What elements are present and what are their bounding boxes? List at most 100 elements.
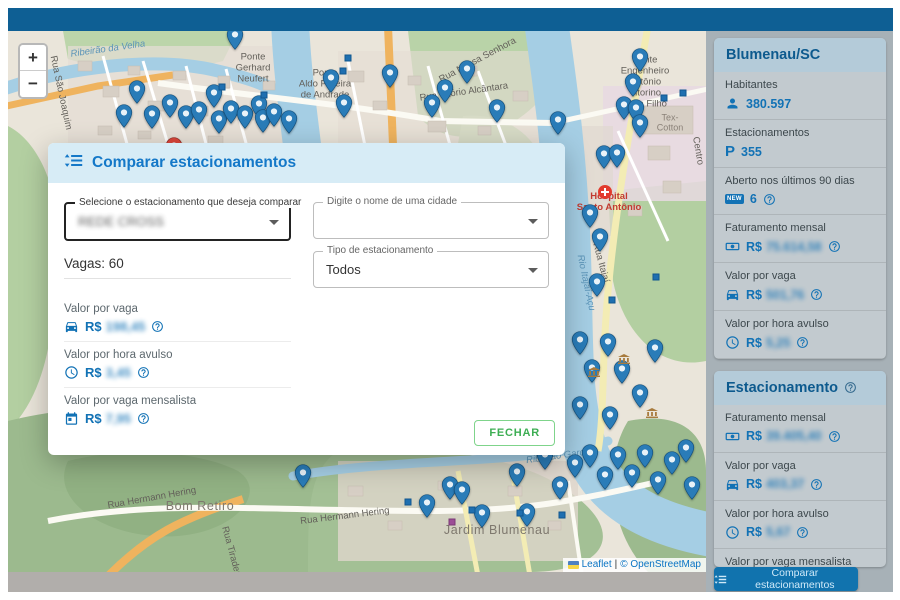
stat-value: R$39.405,40 — [725, 429, 875, 444]
map-pin-marker[interactable] — [116, 104, 133, 128]
stat-value: R$403,37 — [725, 477, 875, 492]
stat-value: P355 — [725, 144, 875, 159]
currency-label: R$ — [746, 477, 762, 491]
map-pin-marker[interactable] — [382, 64, 399, 88]
modal-title: Comparar estacionamentos — [92, 154, 296, 172]
map-pin-marker[interactable] — [419, 494, 436, 518]
help-icon[interactable] — [137, 366, 150, 379]
help-icon[interactable] — [828, 240, 841, 253]
zoom-in-button[interactable]: + — [20, 45, 46, 71]
stat-label: Valor por vaga mensalista — [725, 556, 875, 567]
openstreetmap-link[interactable]: © OpenStreetMap — [620, 559, 701, 570]
clock-icon — [64, 365, 79, 380]
fechar-button[interactable]: FECHAR — [474, 420, 555, 446]
map-square-marker[interactable] — [517, 510, 524, 517]
zoom-out-button[interactable]: − — [20, 71, 46, 97]
map-square-marker[interactable] — [405, 499, 412, 506]
map-pin-marker[interactable] — [632, 114, 649, 138]
leaflet-link[interactable]: Leaflet — [582, 559, 612, 570]
help-icon[interactable] — [810, 478, 823, 491]
hospital-icon — [598, 185, 612, 199]
map-pin-marker[interactable] — [602, 406, 619, 430]
map-pin-marker[interactable] — [437, 79, 454, 103]
compare-button-label: Comparar estacionamentos — [732, 567, 858, 591]
select-tipo-label: Tipo de estacionamento — [323, 245, 437, 256]
stat-value: R$5,67 — [725, 525, 875, 540]
help-icon[interactable] — [796, 526, 809, 539]
map-square-marker[interactable] — [661, 95, 668, 102]
map-pin-marker[interactable] — [678, 439, 695, 463]
map-square-marker[interactable] — [219, 84, 226, 91]
help-icon — [137, 366, 150, 379]
map-square-marker[interactable] — [345, 55, 352, 62]
map-pin-marker[interactable] — [582, 444, 599, 468]
map-pin-marker[interactable] — [625, 73, 642, 97]
map-pin-marker[interactable] — [600, 333, 617, 357]
help-icon[interactable] — [844, 381, 857, 394]
map-pin-marker[interactable] — [684, 476, 701, 500]
map-pin-marker[interactable] — [489, 99, 506, 123]
map-pin-marker[interactable] — [454, 481, 471, 505]
map-pin-marker[interactable] — [336, 94, 353, 118]
map-pin-marker[interactable] — [281, 110, 298, 134]
map-pin-marker[interactable] — [162, 94, 179, 118]
museum-icon — [646, 405, 658, 415]
map-pin-marker[interactable] — [589, 273, 606, 297]
stat-row: Valor por vaga mensalistaR$7,95 — [64, 395, 291, 433]
map-square-marker[interactable] — [261, 92, 268, 99]
map-pin-marker[interactable] — [572, 396, 589, 420]
stat-row: Valor por vagaR$403,37 — [714, 453, 886, 501]
map-pin-marker[interactable] — [227, 31, 244, 50]
map-square-marker[interactable] — [469, 507, 476, 514]
select-tipo[interactable]: Tipo de estacionamento Todos — [313, 251, 549, 288]
stat-row: Faturamento mensal R$39.405,40 — [714, 405, 886, 453]
map-square-marker[interactable] — [340, 68, 347, 75]
comparar-estacionamentos-button[interactable]: Comparar estacionamentos — [714, 567, 858, 591]
stat-row: Valor por hora avulsoR$5,25 — [714, 311, 886, 359]
stat-value: R$501,76 — [725, 287, 875, 302]
map-pin-marker[interactable] — [552, 476, 569, 500]
help-icon[interactable] — [796, 336, 809, 349]
help-icon[interactable] — [137, 412, 150, 425]
help-icon[interactable] — [151, 320, 164, 333]
map-pin-marker[interactable] — [632, 48, 649, 72]
map-pin-marker[interactable] — [474, 504, 491, 528]
map-pin-marker[interactable] — [129, 80, 146, 104]
map-pin-marker[interactable] — [582, 204, 599, 228]
calendar-icon — [64, 411, 79, 426]
stat-amount: 5,67 — [766, 525, 790, 539]
map-pin-marker[interactable] — [295, 464, 312, 488]
chevron-down-icon — [528, 219, 538, 224]
map-pin-marker[interactable] — [572, 331, 589, 355]
stat-label: Faturamento mensal — [725, 412, 875, 424]
stat-amount: 39.405,40 — [766, 429, 822, 443]
new-badge-icon: NEW — [725, 194, 744, 204]
map-square-marker[interactable] — [559, 512, 566, 519]
input-cidade[interactable]: Digite o nome de uma cidade — [313, 202, 549, 239]
map-pin-marker[interactable] — [647, 339, 664, 363]
map-pin-marker[interactable] — [592, 228, 609, 252]
map-square-marker[interactable] — [609, 297, 616, 304]
stat-value: R$75.614,58 — [725, 239, 875, 254]
help-icon — [763, 193, 776, 206]
map-square-marker[interactable] — [653, 274, 660, 281]
car-icon — [725, 477, 740, 492]
list-icon — [714, 573, 727, 586]
help-icon[interactable] — [810, 288, 823, 301]
help-icon — [151, 320, 164, 333]
map-pin-marker[interactable] — [144, 105, 161, 129]
stat-label: Estacionamentos — [725, 127, 875, 139]
help-icon[interactable] — [828, 430, 841, 443]
map-pin-marker[interactable] — [637, 444, 654, 468]
map-square-marker[interactable] — [680, 90, 687, 97]
map-pin-marker[interactable] — [323, 69, 340, 93]
select-estacionamento[interactable]: Selecione o estacionamento que deseja co… — [64, 202, 291, 241]
map-pin-marker[interactable] — [459, 60, 476, 84]
select-estacionamento-label: Selecione o estacionamento que deseja co… — [75, 197, 305, 208]
currency-label: R$ — [746, 336, 762, 350]
map-pin-marker[interactable] — [550, 111, 567, 135]
map-pin-marker[interactable] — [509, 463, 526, 487]
map-pin-marker[interactable] — [609, 144, 626, 168]
stat-row: Habitantes380.597 — [714, 72, 886, 120]
help-icon[interactable] — [763, 193, 776, 206]
